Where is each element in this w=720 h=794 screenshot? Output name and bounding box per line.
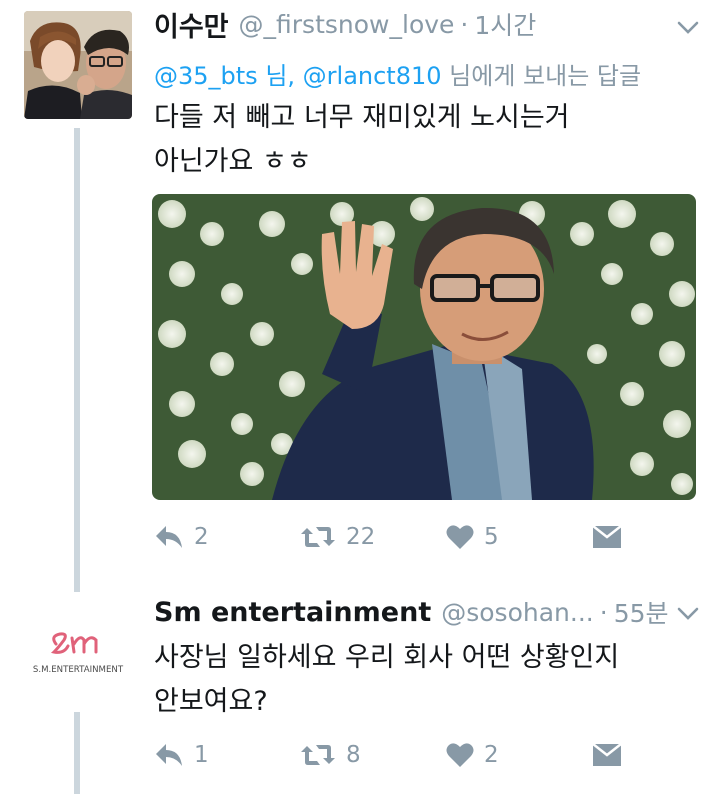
retweet-count: 8: [346, 742, 361, 768]
tweet-text-line: 안보여요?: [154, 686, 268, 717]
chevron-down-icon[interactable]: [676, 604, 700, 624]
retweet-button[interactable]: 22: [300, 517, 375, 557]
profile-photo-icon: [24, 11, 132, 119]
like-count: 5: [484, 524, 499, 550]
like-button[interactable]: 2: [446, 735, 499, 775]
reply-button[interactable]: 2: [154, 517, 209, 557]
separator-dot: ·: [460, 9, 469, 39]
reply-icon: [156, 526, 182, 548]
tweet-actions: 2 22 5: [154, 517, 624, 557]
tweet-text: 사장님 일하세요 우리 회사 어떤 상황인지 안보여요?: [154, 636, 690, 724]
reply-mentions[interactable]: @35_bts 님, @rlanct810: [154, 62, 442, 90]
tweet-photo[interactable]: [152, 194, 696, 500]
retweet-button[interactable]: 8: [300, 735, 361, 775]
display-name[interactable]: Sm entertainment: [154, 597, 431, 628]
tweet-text-line: 다들 저 빼고 너무 재미있게 노시는거: [154, 102, 570, 133]
user-handle[interactable]: @_firstsnow_love: [239, 10, 455, 39]
tweet-text: 다들 저 빼고 너무 재미있게 노시는거 아닌가요 ㅎㅎ: [154, 96, 690, 184]
direct-message-button[interactable]: [592, 735, 622, 775]
tweet-2[interactable]: S.M.ENTERTAINMENT Sm entertainment @soso…: [0, 592, 720, 794]
tweet-actions: 1 8 2: [154, 735, 624, 775]
timestamp[interactable]: 55분: [614, 594, 669, 630]
retweet-icon: [301, 527, 335, 547]
tweet-header: 이수만 @_firstsnow_love · 1시간: [154, 5, 700, 44]
sm-logo-text: S.M.ENTERTAINMENT: [33, 665, 124, 675]
like-button[interactable]: 5: [446, 517, 499, 557]
retweet-count: 22: [346, 524, 376, 550]
user-handle[interactable]: @sosohan...: [441, 598, 594, 627]
dm-envelope-icon: [592, 743, 622, 766]
like-count: 2: [484, 742, 499, 768]
reply-count: 2: [194, 524, 209, 550]
sm-entertainment-logo: S.M.ENTERTAINMENT: [24, 600, 132, 708]
tweet-text-line: 사장님 일하세요 우리 회사 어떤 상황인지: [154, 642, 620, 673]
separator-dot: ·: [599, 597, 608, 627]
heart-icon: [446, 525, 474, 549]
photo-image-icon: [152, 194, 696, 500]
avatar[interactable]: S.M.ENTERTAINMENT: [24, 600, 132, 708]
display-name[interactable]: 이수만: [154, 5, 229, 44]
reply-context: @35_bts 님, @rlanct810 님에게 보내는 답글: [154, 56, 641, 91]
reply-count: 1: [194, 742, 209, 768]
avatar[interactable]: [24, 11, 132, 119]
dm-envelope-icon: [592, 525, 622, 548]
chevron-down-icon[interactable]: [676, 18, 700, 38]
heart-icon: [446, 743, 474, 767]
reply-icon: [156, 744, 182, 766]
timestamp[interactable]: 1시간: [474, 6, 536, 42]
reply-button[interactable]: 1: [154, 735, 209, 775]
reply-context-label: 님에게 보내는 답글: [441, 62, 642, 90]
retweet-icon: [301, 745, 335, 765]
direct-message-button[interactable]: [592, 517, 622, 557]
tweet-header: Sm entertainment @sosohan... · 55분: [154, 594, 700, 630]
tweet-1[interactable]: 이수만 @_firstsnow_love · 1시간 @35_bts 님, @r…: [0, 0, 720, 580]
tweet-text-line: 아닌가요 ㅎㅎ: [154, 146, 312, 177]
